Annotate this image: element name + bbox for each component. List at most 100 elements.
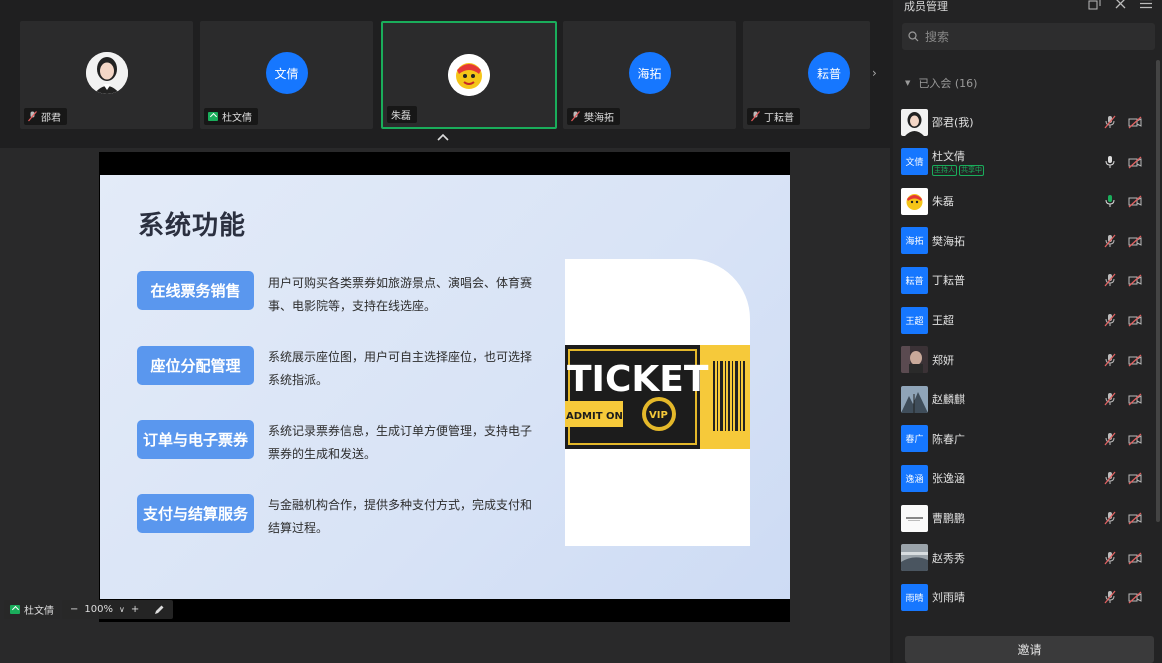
video-strip: 邵君 文倩 杜文倩 朱磊 海拓 樊海拓 耘普 丁耘普 ›	[0, 0, 890, 148]
mic-muted-icon	[28, 111, 37, 122]
chevron-right-icon[interactable]: ›	[872, 66, 877, 80]
panel-title: 成员管理	[904, 0, 948, 13]
member-name: 朱磊	[932, 195, 954, 209]
joined-group-header[interactable]: ▼ 已入会 (16)	[905, 75, 977, 91]
member-row[interactable]: 朱磊	[901, 187, 1151, 215]
stage-bottom-bar: 杜文倩 − 100% ∨ +	[0, 598, 890, 622]
camera-off-icon[interactable]	[1128, 273, 1142, 287]
camera-off-icon[interactable]	[1128, 551, 1142, 565]
member-avatar	[901, 346, 928, 374]
member-panel: 成员管理 ▼ 已入会 (16) 邵君(我) 文倩杜文倩主持人共享中朱磊海拓樊海拓耘…	[893, 0, 1162, 663]
mic-muted-icon[interactable]	[1103, 273, 1117, 287]
member-media-icons	[1103, 234, 1142, 248]
member-media-icons	[1103, 194, 1142, 208]
member-row[interactable]: 曹鹏鹏	[901, 504, 1151, 532]
mic-muted-icon	[571, 111, 580, 122]
participant-name: 杜文倩	[222, 113, 252, 124]
name-tag: 杜文倩	[204, 108, 258, 125]
mic-speaking-icon[interactable]	[1103, 194, 1117, 208]
avatar	[85, 52, 128, 94]
member-row[interactable]: 赵秀秀	[901, 544, 1151, 572]
invite-button[interactable]: 邀请	[905, 636, 1154, 663]
zoom-dropdown-icon[interactable]: ∨	[119, 605, 125, 614]
member-avatar: 雨晴	[901, 583, 928, 611]
zoom-out-button[interactable]: −	[70, 604, 78, 615]
meeting-window: 邵君 文倩 杜文倩 朱磊 海拓 樊海拓 耘普 丁耘普 › 系统功能 在线票务销售…	[0, 0, 1162, 663]
camera-off-icon[interactable]	[1128, 432, 1142, 446]
mic-muted-icon[interactable]	[1103, 471, 1117, 485]
name-tag: 丁耘普	[747, 108, 800, 125]
camera-off-icon[interactable]	[1128, 115, 1142, 129]
camera-off-icon[interactable]	[1128, 234, 1142, 248]
camera-off-icon[interactable]	[1128, 194, 1142, 208]
camera-off-icon[interactable]	[1128, 155, 1142, 169]
member-list-scrollbar[interactable]	[1156, 60, 1160, 522]
camera-off-icon[interactable]	[1128, 392, 1142, 406]
member-row[interactable]: 郑妍	[901, 346, 1151, 374]
video-tile-duwenqian[interactable]: 文倩 杜文倩	[200, 21, 373, 129]
member-name: 王超	[932, 314, 954, 327]
sharer-tag: 杜文倩	[4, 600, 60, 619]
camera-off-icon[interactable]	[1128, 313, 1142, 327]
avatar: 海拓	[628, 52, 671, 94]
member-search[interactable]	[902, 23, 1155, 50]
pencil-icon[interactable]	[153, 604, 165, 616]
mic-muted-icon[interactable]	[1103, 590, 1117, 604]
search-input[interactable]	[925, 29, 1125, 44]
member-row[interactable]: 海拓 樊海拓	[901, 227, 1151, 255]
member-name: 陈春广	[932, 432, 965, 446]
mic-muted-icon[interactable]	[1103, 234, 1117, 248]
member-avatar: 春广	[901, 425, 928, 453]
video-tile-shaojun[interactable]: 邵君	[20, 21, 193, 129]
avatar: 耘普	[808, 52, 850, 94]
member-media-icons	[1103, 353, 1142, 367]
video-tile-fanhaituo[interactable]: 海拓 樊海拓	[563, 21, 736, 129]
member-avatar: 逸涵	[901, 464, 928, 492]
camera-off-icon[interactable]	[1128, 471, 1142, 485]
mic-muted-icon[interactable]	[1103, 313, 1117, 327]
mic-muted-icon[interactable]	[1103, 353, 1117, 367]
camera-off-icon[interactable]	[1128, 353, 1142, 367]
menu-icon[interactable]	[1140, 0, 1152, 9]
mic-muted-icon[interactable]	[1103, 551, 1117, 565]
name-tag: 邵君	[24, 108, 67, 125]
mic-muted-icon[interactable]	[1103, 432, 1117, 446]
ticket-admit-text: ADMIT ONE	[566, 411, 630, 422]
member-avatar	[901, 544, 928, 572]
participant-name: 丁耘普	[764, 113, 794, 124]
member-media-icons	[1103, 511, 1142, 525]
member-row[interactable]: 春广 陈春广	[901, 425, 1151, 453]
member-row[interactable]: 邵君(我)	[901, 108, 1151, 136]
zoom-level[interactable]: 100%	[84, 604, 113, 615]
mic-muted-icon[interactable]	[1103, 115, 1117, 129]
joined-group-label: 已入会 (16)	[918, 77, 978, 90]
close-icon[interactable]	[1115, 0, 1126, 9]
member-media-icons	[1103, 432, 1142, 446]
video-tile-zhulei[interactable]: 朱磊	[381, 21, 557, 129]
shared-screen-stage: 系统功能 在线票务销售 用户可购买各类票券如旅游景点、演唱会、体育赛事、电影院等…	[0, 148, 890, 663]
member-row[interactable]: 耘普 丁耘普	[901, 266, 1151, 294]
member-name-block: 樊海拓	[928, 233, 965, 249]
member-name-block: 赵麟麒	[928, 391, 965, 407]
chevron-up-icon[interactable]	[436, 132, 450, 142]
camera-off-icon[interactable]	[1128, 511, 1142, 525]
member-row[interactable]: 逸涵 张逸涵	[901, 464, 1151, 492]
popout-icon[interactable]	[1088, 0, 1101, 10]
member-name: 曹鹏鹏	[932, 512, 965, 525]
mic-muted-icon[interactable]	[1103, 511, 1117, 525]
member-name: 杜文倩	[932, 149, 965, 163]
member-name-block: 丁耘普	[928, 272, 965, 288]
member-row[interactable]: 王超 王超	[901, 306, 1151, 334]
member-row[interactable]: 雨晴 刘雨晴	[901, 583, 1151, 611]
presentation-slide: 系统功能 在线票务销售 用户可购买各类票券如旅游景点、演唱会、体育赛事、电影院等…	[100, 175, 790, 599]
member-row[interactable]: 赵麟麒	[901, 385, 1151, 413]
camera-off-icon[interactable]	[1128, 590, 1142, 604]
zoom-in-button[interactable]: +	[131, 604, 139, 615]
name-tag: 朱磊	[387, 106, 417, 123]
mic-icon[interactable]	[1103, 155, 1117, 169]
member-name: 郑妍	[932, 353, 954, 367]
member-row[interactable]: 文倩 杜文倩 主持人 共享中	[901, 148, 1151, 176]
mic-muted-icon[interactable]	[1103, 392, 1117, 406]
video-tile-dingyunpu[interactable]: 耘普 丁耘普	[743, 21, 870, 129]
member-name-block: 赵秀秀	[928, 550, 965, 566]
